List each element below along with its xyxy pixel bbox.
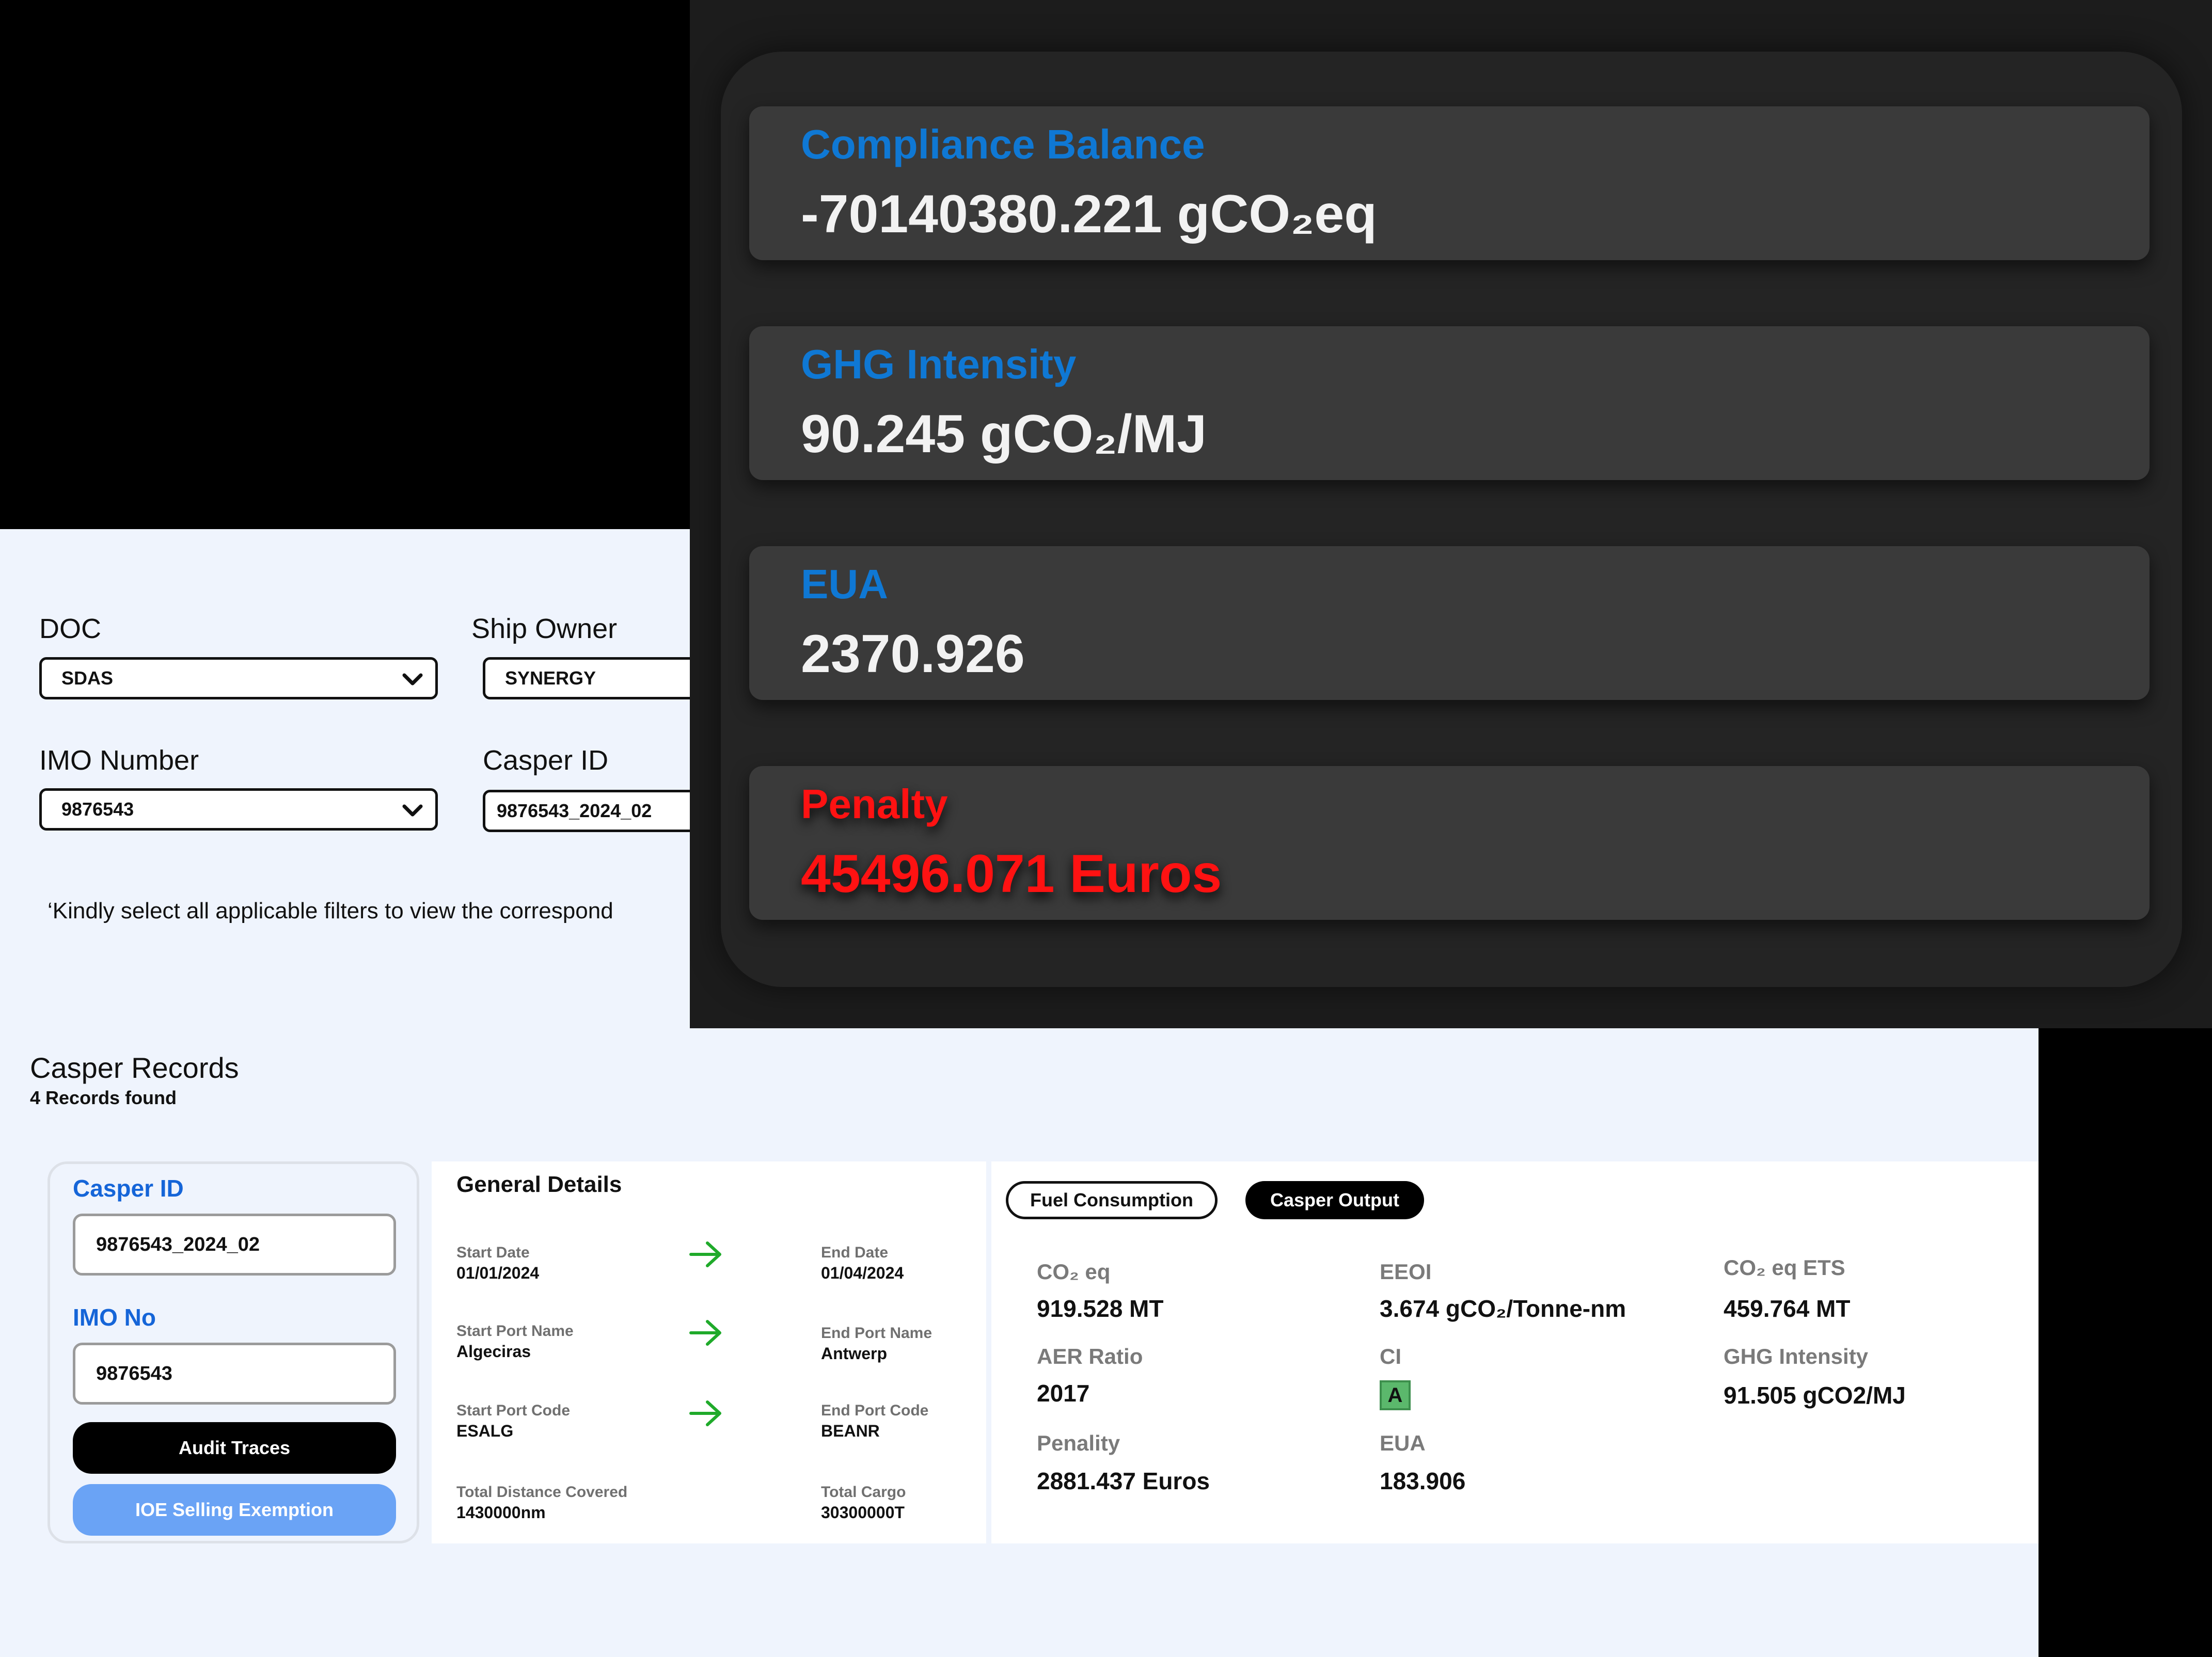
start-port-name-label: Start Port Name <box>456 1323 574 1340</box>
ghg-intensity-value: 90.245 gCO₂/MJ <box>801 404 1207 464</box>
arrow-right-icon <box>689 1400 721 1426</box>
record-casper-id-label: Casper ID <box>73 1175 184 1202</box>
end-port-code-label: End Port Code <box>821 1402 929 1419</box>
ghg-intensity-label: GHG Intensity <box>1724 1344 1869 1368</box>
co2-eq-value: 919.528 MT <box>1037 1295 1164 1322</box>
end-date-label: End Date <box>821 1244 889 1261</box>
chevron-down-icon <box>402 804 423 817</box>
general-details-panel: General Details Start Date 01/01/2024 En… <box>432 1161 986 1543</box>
ghg-intensity-title: GHG Intensity <box>801 341 1077 387</box>
arrow-right-icon <box>689 1241 721 1267</box>
chevron-down-icon <box>402 673 423 686</box>
penality-value: 2881.437 Euros <box>1037 1468 1210 1494</box>
record-casper-id-field[interactable]: 9876543_2024_02 <box>73 1214 396 1276</box>
record-imo-field[interactable]: 9876543 <box>73 1343 396 1405</box>
eua-title: EUA <box>801 561 888 607</box>
start-port-code-label: Start Port Code <box>456 1402 571 1419</box>
aer-ratio-value: 2017 <box>1037 1380 1090 1407</box>
general-details-title: General Details <box>456 1172 622 1197</box>
audit-traces-button[interactable]: Audit Traces <box>73 1422 396 1474</box>
filter-hint-text: ‘Kindly select all applicable filters to… <box>48 898 613 923</box>
eua-output-value: 183.906 <box>1380 1468 1466 1494</box>
start-port-code-value: ESALG <box>456 1422 514 1440</box>
doc-select[interactable]: SDAS <box>39 657 438 699</box>
casper-id-value: 9876543_2024_02 <box>497 800 652 821</box>
ghg-intensity-output-value: 91.505 gCO2/MJ <box>1724 1382 1906 1409</box>
eua-card: EUA 2370.926 <box>749 546 2150 700</box>
records-count: 4 Records found <box>30 1087 177 1108</box>
penalty-card: Penalty 45496.071 Euros <box>749 766 2150 920</box>
ioe-selling-exemption-button[interactable]: IOE Selling Exemption <box>73 1484 396 1536</box>
eeoi-value: 3.674 gCO₂/Tonne-nm <box>1380 1295 1626 1322</box>
ci-label: CI <box>1380 1344 1401 1368</box>
records-title: Casper Records <box>30 1051 239 1084</box>
total-distance-label: Total Distance Covered <box>456 1484 628 1501</box>
penalty-value: 45496.071 Euros <box>801 844 1222 904</box>
casper-records-section: Casper Records 4 Records found Casper ID… <box>0 1028 2039 1657</box>
total-cargo-value: 30300000T <box>821 1503 905 1522</box>
record-imo-label: IMO No <box>73 1304 156 1331</box>
end-port-name-value: Antwerp <box>821 1344 887 1363</box>
tab-fuel-consumption[interactable]: Fuel Consumption <box>1006 1181 1218 1219</box>
end-date-value: 01/04/2024 <box>821 1264 904 1282</box>
record-card: Casper ID 9876543_2024_02 IMO No 9876543… <box>48 1161 419 1543</box>
imo-number-value: 9876543 <box>61 799 134 820</box>
ship-owner-value: SYNERGY <box>505 667 596 689</box>
record-casper-id-value: 9876543_2024_02 <box>96 1233 260 1255</box>
penalty-title: Penalty <box>801 781 948 827</box>
total-cargo-label: Total Cargo <box>821 1484 906 1501</box>
casper-id-label: Casper ID <box>483 745 609 776</box>
metrics-card: Compliance Balance -70140380.221 gCO₂eq … <box>721 52 2182 987</box>
doc-label: DOC <box>39 613 101 644</box>
filters-panel: DOC SDAS Ship Owner SYNERGY IMO Number 9… <box>0 529 720 1030</box>
start-date-value: 01/01/2024 <box>456 1264 540 1282</box>
metrics-overlay: Compliance Balance -70140380.221 gCO₂eq … <box>690 0 2212 1028</box>
total-distance-value: 1430000nm <box>456 1503 546 1522</box>
co2-eq-ets-value: 459.764 MT <box>1724 1295 1851 1322</box>
start-port-name-value: Algeciras <box>456 1342 531 1361</box>
end-port-name-label: End Port Name <box>821 1325 933 1342</box>
aer-ratio-label: AER Ratio <box>1037 1344 1143 1368</box>
start-date-label: Start Date <box>456 1244 530 1261</box>
doc-select-value: SDAS <box>61 667 114 689</box>
compliance-balance-value: -70140380.221 gCO₂eq <box>801 184 1377 244</box>
record-imo-value: 9876543 <box>96 1362 172 1384</box>
eua-output-label: EUA <box>1380 1431 1426 1455</box>
tab-casper-output[interactable]: Casper Output <box>1245 1181 1424 1219</box>
end-port-code-value: BEANR <box>821 1422 880 1440</box>
ci-badge: A <box>1380 1380 1411 1410</box>
penality-label: Penality <box>1037 1431 1120 1455</box>
casper-id-field[interactable]: 9876543_2024_02 <box>483 790 720 832</box>
ghg-intensity-card: GHG Intensity 90.245 gCO₂/MJ <box>749 326 2150 480</box>
eua-value: 2370.926 <box>801 624 1025 684</box>
eeoi-label: EEOI <box>1380 1260 1432 1284</box>
ship-owner-label: Ship Owner <box>471 613 618 644</box>
imo-number-select[interactable]: 9876543 <box>39 788 438 831</box>
casper-output-panel: Fuel Consumption Casper Output CO₂ eq 91… <box>991 1161 2039 1543</box>
compliance-balance-card: Compliance Balance -70140380.221 gCO₂eq <box>749 106 2150 260</box>
compliance-balance-title: Compliance Balance <box>801 121 1205 167</box>
ship-owner-select[interactable]: SYNERGY <box>483 657 720 699</box>
imo-number-label: IMO Number <box>39 745 199 776</box>
arrow-right-icon <box>689 1320 721 1346</box>
co2-eq-label: CO₂ eq <box>1037 1260 1111 1284</box>
co2-eq-ets-label: CO₂ eq ETS <box>1724 1255 1845 1280</box>
